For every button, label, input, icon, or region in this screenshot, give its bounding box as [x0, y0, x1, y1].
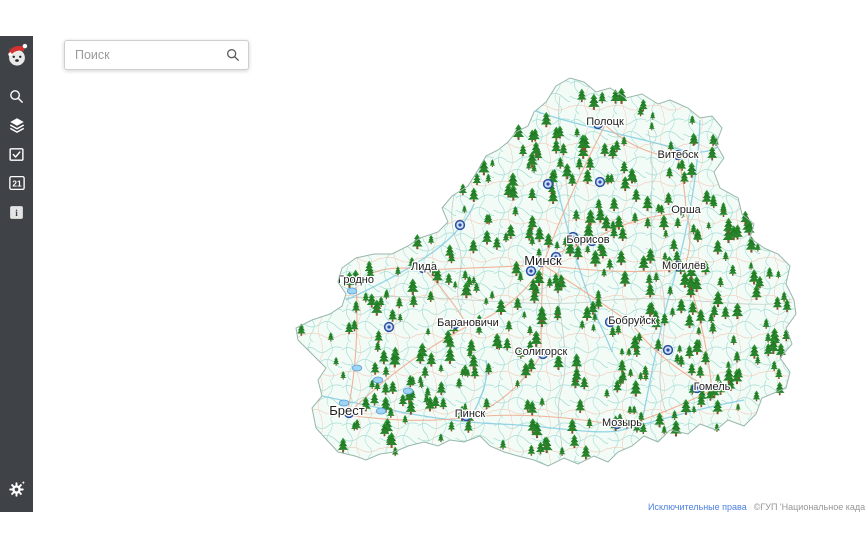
city-label: Лида: [411, 261, 438, 273]
map-check-icon: [8, 146, 25, 163]
search-icon: [225, 47, 241, 63]
sidebar-item-info[interactable]: i: [0, 199, 33, 225]
layers-icon: [8, 116, 26, 134]
city-label: Солигорск: [515, 346, 568, 358]
city-label: Бобруйск: [608, 315, 656, 327]
city-marker-icon[interactable]: [385, 323, 394, 332]
info-label: i: [15, 208, 18, 218]
water-icon: [373, 377, 383, 383]
copyright-text: ©ГУП 'Национальное кадастровое агентст: [754, 502, 865, 512]
sidebar-item-year-21[interactable]: 21: [0, 170, 33, 196]
app-window: Полоцк Витебск Орша Борисов Минск Лида Гродно М…: [0, 0, 865, 540]
city-label: Борисов: [566, 234, 609, 246]
search-submit-button[interactable]: [218, 41, 248, 69]
sidebar: 21 i: [0, 36, 33, 512]
map-canvas[interactable]: Полоцк Витебск Орша Борисов Минск Лида Гродно М…: [0, 0, 865, 540]
water-icon: [352, 365, 362, 371]
city-marker-icon[interactable]: [664, 346, 673, 355]
city-label: Пинск: [455, 408, 486, 420]
city-label: Гомель: [694, 381, 731, 393]
city-label: Могилёв: [662, 260, 706, 272]
app-logo[interactable]: [2, 39, 32, 71]
sidebar-item-layers[interactable]: [0, 112, 33, 138]
city-label: Витебск: [658, 149, 699, 161]
city-label: Минск: [524, 253, 562, 268]
city-marker-icon[interactable]: [596, 178, 605, 187]
water-icon: [347, 288, 357, 294]
city-label: Барановичи: [437, 317, 499, 329]
sidebar-item-cadastre[interactable]: [0, 141, 33, 167]
gear-icon: [7, 480, 26, 499]
water-icon: [403, 388, 413, 394]
exclusive-rights-link[interactable]: Исключительные права: [648, 502, 747, 512]
sparkle-icon: [22, 480, 25, 483]
calendar-21-label: 21: [12, 179, 22, 188]
city-marker-icon[interactable]: [544, 180, 553, 189]
sidebar-item-search[interactable]: [0, 83, 33, 109]
city-label: Мозырь: [602, 417, 642, 429]
city-label: Брест: [329, 403, 364, 418]
calendar-21-icon: 21: [8, 174, 26, 192]
search-icon: [8, 88, 25, 105]
city-label: Полоцк: [586, 116, 624, 128]
water-icon: [376, 408, 386, 414]
attribution-bar: Исключительные права ©ГУП 'Национальное к…: [648, 500, 865, 514]
city-label: Орша: [671, 204, 701, 216]
info-icon: i: [8, 204, 25, 221]
search-box[interactable]: [64, 40, 249, 70]
city-marker-icon[interactable]: [456, 221, 465, 230]
nca-santa-logo-icon: [4, 40, 30, 68]
search-input[interactable]: [65, 41, 218, 69]
city-label: Гродно: [338, 274, 374, 286]
sidebar-item-settings[interactable]: [0, 476, 33, 502]
